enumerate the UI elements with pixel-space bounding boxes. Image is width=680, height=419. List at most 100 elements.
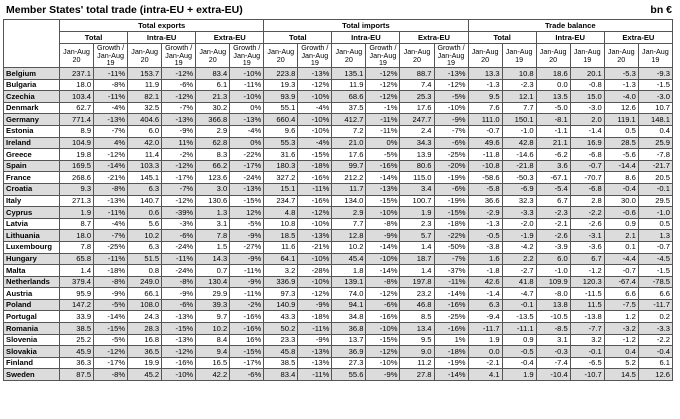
value-cell: -20% — [433, 159, 469, 173]
value-cell: 18.7 — [399, 252, 435, 266]
value-cell: 83.4 — [195, 67, 231, 80]
value-cell: -8.1 — [535, 113, 571, 126]
value-cell: 6.3 — [127, 240, 163, 254]
value-cell: -13% — [297, 67, 333, 80]
country-cell: Slovakia — [3, 345, 60, 358]
value-cell: 11.6 — [263, 240, 299, 254]
value-cell: -8% — [93, 182, 129, 196]
value-cell: -2.1 — [467, 356, 503, 370]
value-cell: -18% — [93, 264, 129, 277]
value-cell: -7% — [161, 101, 197, 115]
column-header: Jan-Aug 19 — [501, 43, 537, 68]
value-cell: 5.2 — [603, 356, 639, 370]
value-cell: -5.3 — [603, 67, 639, 80]
value-cell: 100.7 — [399, 194, 435, 208]
value-cell: 45.2 — [127, 368, 163, 382]
group-header-balance: Trade balance — [467, 19, 674, 32]
value-cell: -21% — [297, 240, 333, 254]
value-cell: -2.0 — [501, 217, 537, 231]
value-cell: -19% — [433, 356, 469, 370]
value-cell: -0.1 — [501, 298, 537, 312]
value-cell: -13% — [433, 67, 469, 80]
value-cell: 16.9 — [569, 136, 605, 150]
value-cell: -13% — [93, 113, 129, 126]
value-cell: 88.7 — [399, 67, 435, 80]
value-cell: 1.5 — [195, 240, 231, 254]
value-cell: -4.4 — [603, 252, 639, 266]
value-cell: -12% — [365, 287, 401, 300]
value-cell: 130.6 — [195, 194, 231, 208]
value-cell: 3.1 — [535, 333, 571, 347]
trade-table-page: Member States' total trade (intra-EU + e… — [0, 0, 680, 419]
value-cell: 36.6 — [467, 194, 503, 208]
value-cell: 21.0 — [331, 136, 367, 150]
value-cell: -10% — [365, 206, 401, 219]
column-header: Jan-Aug 20 — [331, 43, 367, 68]
value-cell: -16% — [365, 159, 401, 173]
table-row: Spain 169.5 -14% 103.3 -12% 66.2 -17% 180.3 -18%… — [3, 159, 674, 173]
value-cell: -24% — [161, 264, 197, 277]
value-cell: 36.3 — [58, 356, 95, 370]
value-cell: 8.6 — [603, 171, 639, 184]
value-cell: -12% — [365, 67, 401, 80]
value-cell: 0.1 — [603, 240, 639, 254]
value-cell: 237.1 — [58, 67, 95, 80]
value-cell: 64.1 — [263, 252, 299, 266]
value-cell: 45.8 — [263, 345, 299, 358]
value-cell: -70.7 — [569, 171, 605, 184]
value-cell: 18.0 — [58, 229, 95, 242]
value-cell: -6% — [161, 78, 197, 92]
value-cell: 6.1 — [195, 78, 231, 92]
value-cell: -67.4 — [603, 275, 639, 289]
value-cell: -18% — [297, 159, 333, 173]
value-cell: 130.4 — [195, 275, 231, 289]
value-cell: 51.5 — [127, 252, 163, 266]
country-cell: Romania — [3, 322, 60, 335]
value-cell: -11% — [93, 90, 129, 103]
value-cell: 16.5 — [195, 356, 231, 370]
value-cell: 0.4 — [637, 124, 674, 138]
value-cell: 50.2 — [263, 322, 299, 335]
value-cell: 11.9 — [331, 78, 367, 92]
value-cell: -5.0 — [535, 101, 571, 115]
value-cell: 12% — [229, 206, 265, 219]
column-header: Growth / Jan-Aug 19 — [93, 43, 129, 68]
value-cell: -50% — [433, 240, 469, 254]
value-cell: -12% — [161, 345, 197, 358]
value-cell: -9% — [229, 252, 265, 266]
value-cell: 109.9 — [535, 275, 571, 289]
group-header-row: Total exports Total imports Trade balanc… — [3, 19, 674, 68]
value-cell: -10% — [297, 275, 333, 289]
value-cell: 83.4 — [263, 368, 299, 382]
value-cell: 10.7 — [637, 101, 674, 115]
value-cell: 8.7 — [58, 217, 95, 231]
value-cell: 23.2 — [399, 287, 435, 300]
value-cell: -14% — [365, 171, 401, 184]
value-cell: -2.6 — [535, 229, 571, 242]
value-cell: -1.1 — [535, 124, 571, 138]
value-cell: -13% — [161, 333, 197, 347]
country-cell: Czechia — [3, 90, 60, 103]
value-cell: -0.7 — [637, 240, 674, 254]
value-cell: -9.4 — [467, 310, 503, 324]
value-cell: 2.0 — [569, 113, 605, 126]
value-cell: -4% — [297, 101, 333, 115]
table-row: Sweden 87.5 -8% 45.2 -10% 42.2 -6% 83.4 -11% 55.6… — [3, 368, 674, 382]
column-header: Jan-Aug 20 — [603, 43, 639, 68]
value-cell: 7.2 — [331, 124, 367, 138]
value-cell: -1.4 — [467, 287, 503, 300]
value-cell: -1.5 — [637, 78, 674, 92]
value-cell: 1.9 — [467, 333, 503, 347]
value-cell: -11.1 — [501, 322, 537, 335]
value-cell: -3.9 — [535, 240, 571, 254]
value-cell: -0.6 — [603, 206, 639, 219]
value-cell: -7.7 — [569, 322, 605, 335]
value-cell: -5% — [93, 298, 129, 312]
value-cell: 0% — [229, 101, 265, 115]
value-cell: 1.6 — [467, 252, 503, 266]
country-cell: Malta — [3, 264, 60, 277]
value-cell: -11% — [229, 264, 265, 277]
value-cell: -11% — [93, 206, 129, 219]
value-cell: -0.4 — [637, 345, 674, 358]
value-cell: 66.1 — [127, 287, 163, 300]
